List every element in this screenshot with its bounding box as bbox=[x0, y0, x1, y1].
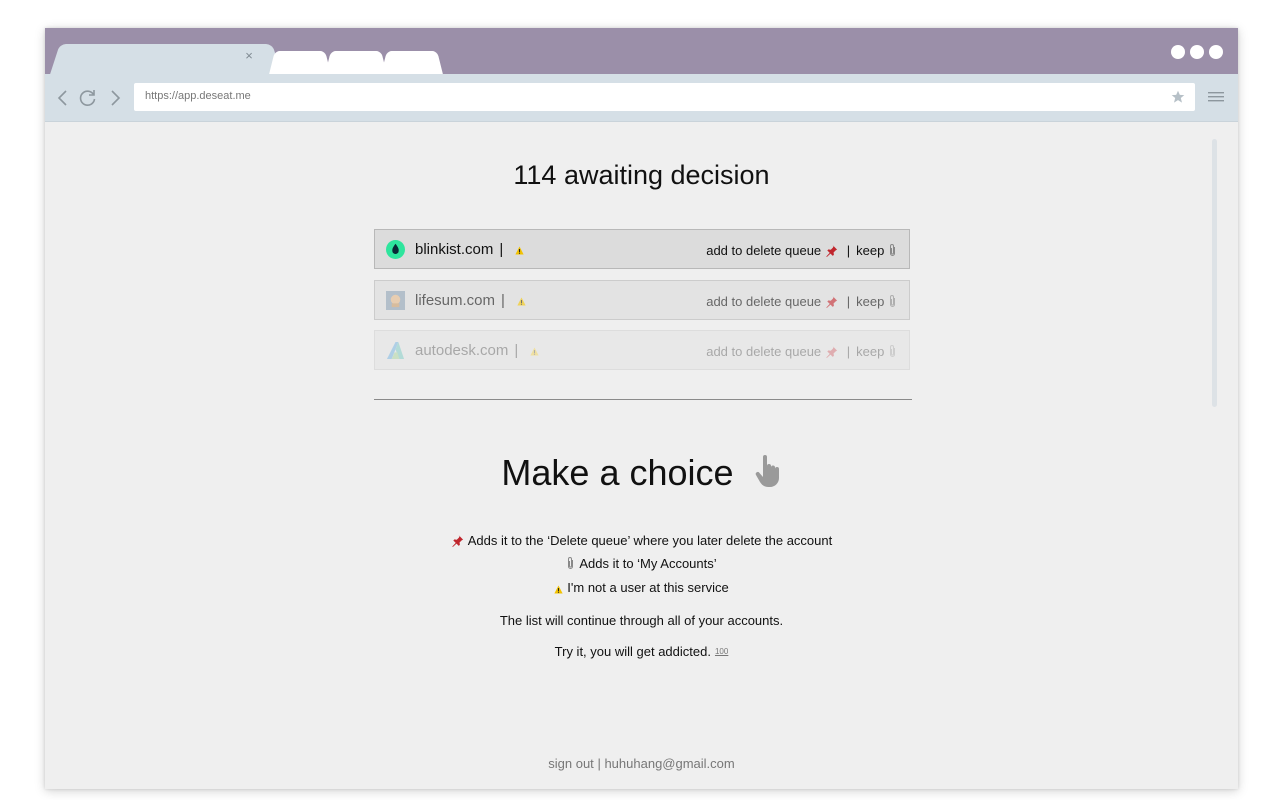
menu-icon[interactable] bbox=[1208, 91, 1224, 103]
not-user-warning-icon[interactable] bbox=[517, 297, 526, 306]
paperclip-icon bbox=[890, 295, 895, 307]
paperclip-icon bbox=[890, 345, 895, 357]
tab-4[interactable] bbox=[387, 51, 437, 74]
keep-button[interactable]: keep bbox=[856, 344, 897, 359]
not-user-warning-icon[interactable] bbox=[515, 246, 525, 255]
forward-icon[interactable] bbox=[105, 88, 125, 108]
separator: | bbox=[846, 243, 851, 258]
autodesk-logo-icon bbox=[386, 341, 405, 360]
account-site: blinkist.com | bbox=[415, 241, 525, 258]
active-tab[interactable]: × bbox=[65, 44, 267, 74]
window-control-dot-icon[interactable] bbox=[1190, 45, 1204, 59]
pushpin-icon bbox=[826, 295, 837, 308]
separator: | bbox=[846, 294, 851, 309]
pushpin-icon bbox=[826, 244, 837, 257]
legend-keep-text: Adds it to ‘My Accounts’ bbox=[579, 556, 717, 571]
delete-queue-label: add to delete queue bbox=[706, 344, 822, 359]
hundred-emoji-icon: 100 bbox=[714, 647, 729, 656]
bookmark-star-icon[interactable] bbox=[1171, 90, 1185, 104]
separator: | bbox=[514, 342, 519, 359]
pointing-hand-icon bbox=[755, 455, 779, 487]
account-row: lifesum.com | add to delete queue | keep bbox=[374, 280, 910, 320]
url-text: https://app.deseat.me bbox=[145, 90, 251, 102]
site-name: autodesk.com bbox=[415, 342, 509, 359]
separator: | bbox=[499, 241, 504, 258]
separator: | bbox=[501, 292, 505, 309]
legend-keep: Adds it to ‘My Accounts’ bbox=[45, 556, 1238, 571]
not-user-warning-icon[interactable] bbox=[530, 347, 540, 356]
blinkist-logo-icon bbox=[386, 240, 405, 259]
add-to-delete-queue-button[interactable]: add to delete queue bbox=[706, 294, 838, 309]
row-actions: add to delete queue | keep bbox=[706, 294, 897, 309]
address-bar[interactable]: https://app.deseat.me bbox=[134, 83, 1195, 111]
section-divider bbox=[374, 399, 912, 400]
browser-window: × https://app.deseat.me 114 awaiting dec… bbox=[45, 28, 1238, 789]
account-site: lifesum.com | bbox=[415, 292, 526, 309]
delete-queue-label: add to delete queue bbox=[706, 294, 822, 309]
tab-3[interactable] bbox=[331, 51, 381, 74]
row-actions: add to delete queue | keep bbox=[706, 243, 897, 258]
legend-delete-text: Adds it to the ‘Delete queue’ where you … bbox=[467, 533, 833, 548]
user-email: huhuhang@gmail.com bbox=[604, 756, 735, 771]
tab-bar: × bbox=[45, 28, 1238, 74]
keep-button[interactable]: keep bbox=[856, 243, 897, 258]
account-row: autodesk.com | add to delete queue | keep bbox=[374, 330, 910, 370]
footer-separator: | bbox=[597, 756, 601, 771]
paperclip-icon bbox=[890, 244, 895, 256]
keep-button[interactable]: keep bbox=[856, 294, 897, 309]
legend-not-user-text: I'm not a user at this service bbox=[567, 580, 729, 595]
window-control-dot-icon[interactable] bbox=[1209, 45, 1223, 59]
account-row: blinkist.com | add to delete queue | keep bbox=[374, 229, 910, 269]
make-a-choice-heading: Make a choice bbox=[45, 452, 1238, 494]
separator: | bbox=[846, 344, 851, 359]
footer: sign out | huhuhang@gmail.com bbox=[45, 756, 1238, 771]
pushpin-icon bbox=[826, 345, 837, 358]
legend-not-user: I'm not a user at this service bbox=[45, 580, 1238, 595]
lifesum-logo-icon bbox=[386, 291, 405, 310]
tab-2[interactable] bbox=[275, 51, 325, 74]
back-icon[interactable] bbox=[53, 88, 73, 108]
keep-label: keep bbox=[856, 344, 885, 359]
account-site: autodesk.com | bbox=[415, 342, 540, 359]
page-title: 114 awaiting decision bbox=[513, 160, 770, 190]
add-to-delete-queue-button[interactable]: add to delete queue bbox=[706, 344, 838, 359]
paperclip-icon bbox=[568, 557, 574, 569]
addicted-line: Try it, you will get addicted. 100 bbox=[45, 644, 1238, 659]
site-name: blinkist.com bbox=[415, 241, 494, 258]
continue-text: The list will continue through all of yo… bbox=[499, 613, 784, 628]
reload-icon[interactable] bbox=[78, 88, 98, 108]
row-actions: add to delete queue | keep bbox=[706, 344, 897, 359]
tab-close-icon[interactable]: × bbox=[242, 48, 256, 64]
site-name: lifesum.com bbox=[415, 292, 496, 309]
choice-title-text: Make a choice bbox=[501, 452, 734, 493]
warning-icon bbox=[554, 585, 563, 594]
legend-delete: Adds it to the ‘Delete queue’ where you … bbox=[45, 533, 1238, 548]
add-to-delete-queue-button[interactable]: add to delete queue bbox=[706, 243, 838, 258]
keep-label: keep bbox=[856, 243, 885, 258]
pushpin-icon bbox=[452, 534, 463, 547]
page-content: 114 awaiting decision blinkist.com | add … bbox=[45, 122, 1238, 789]
addicted-text: Try it, you will get addicted. bbox=[554, 644, 711, 659]
keep-label: keep bbox=[856, 294, 885, 309]
browser-toolbar: https://app.deseat.me bbox=[45, 74, 1238, 122]
window-control-dot-icon[interactable] bbox=[1171, 45, 1185, 59]
sign-out-link[interactable]: sign out bbox=[548, 756, 594, 771]
delete-queue-label: add to delete queue bbox=[706, 243, 822, 258]
